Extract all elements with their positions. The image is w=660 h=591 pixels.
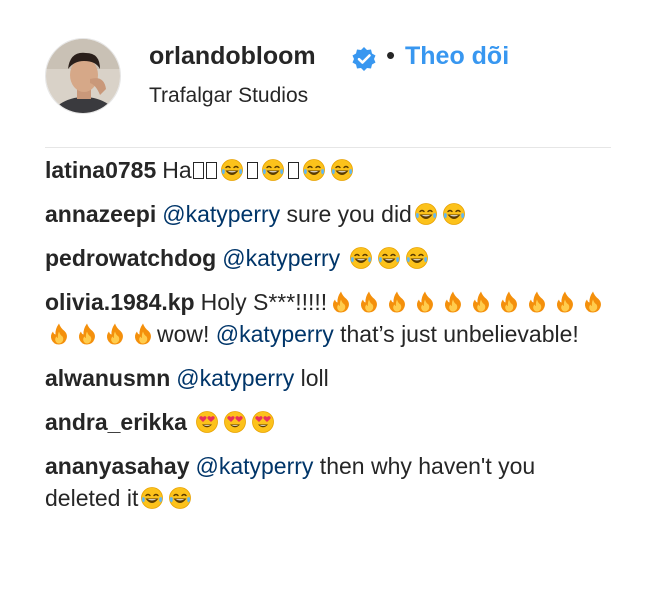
comment-username[interactable]: andra_erikka [45, 409, 187, 435]
post-header: orlandobloom • Theo dõi Trafalgar Studio… [45, 36, 615, 116]
comment-text: that’s just unbelievable! [333, 321, 579, 347]
comment-item: olivia.1984.kp Holy S***!!!!! wow! @katype… [45, 286, 617, 350]
comment-text [340, 245, 346, 271]
verified-badge-icon [351, 46, 377, 72]
missing-glyph-icon [246, 162, 258, 179]
comment-text: Holy S***!!!!! [200, 289, 328, 315]
follow-button[interactable]: Theo dõi [405, 42, 509, 71]
laughing-tears-icon [377, 246, 401, 270]
laughing-tears-icon [220, 158, 244, 182]
mention-link[interactable]: @katyperry [162, 201, 280, 227]
laughing-tears-icon [414, 202, 438, 226]
fire-icon [581, 290, 605, 314]
avatar[interactable] [45, 38, 121, 114]
missing-glyph-icon [205, 162, 217, 179]
laughing-tears-icon [261, 158, 285, 182]
fire-icon [441, 290, 465, 314]
fire-icon [131, 322, 155, 346]
comment-text: loll [294, 365, 329, 391]
comment-text: wow! [157, 321, 216, 347]
laughing-tears-icon [302, 158, 326, 182]
comment-item: alwanusmn @katyperry loll [45, 362, 617, 394]
comment-text: sure you did [280, 201, 412, 227]
laughing-tears-icon [442, 202, 466, 226]
comment-item: ananyasahay @katyperry then why haven't y… [45, 450, 617, 514]
comment-username[interactable]: latina0785 [45, 157, 156, 183]
mention-link[interactable]: @katyperry [222, 245, 340, 271]
header-divider [45, 147, 611, 148]
comment-item: pedrowatchdog @katyperry [45, 242, 617, 274]
fire-icon [103, 322, 127, 346]
mention-link[interactable]: @katyperry [195, 453, 313, 479]
username[interactable]: orlandobloom [149, 42, 316, 71]
missing-glyph-icon [287, 162, 299, 179]
fire-icon [413, 290, 437, 314]
heart-eyes-icon [251, 410, 275, 434]
comment-username[interactable]: pedrowatchdog [45, 245, 216, 271]
mention-link[interactable]: @katyperry [176, 365, 294, 391]
separator-dot: • [386, 40, 396, 70]
fire-icon [47, 322, 71, 346]
comment-username[interactable]: alwanusmn [45, 365, 170, 391]
comment-item: annazeepi @katyperry sure you did [45, 198, 617, 230]
location-link[interactable]: Trafalgar Studios [149, 84, 308, 108]
fire-icon [497, 290, 521, 314]
comment-text: Ha [162, 157, 192, 183]
heart-eyes-icon [195, 410, 219, 434]
fire-icon [357, 290, 381, 314]
fire-icon [75, 322, 99, 346]
fire-icon [329, 290, 353, 314]
laughing-tears-icon [140, 486, 164, 510]
comment-item: latina0785 Ha [45, 154, 617, 186]
missing-glyph-icon [192, 162, 204, 179]
fire-icon [469, 290, 493, 314]
comment-username[interactable]: ananyasahay [45, 453, 189, 479]
comment-username[interactable]: annazeepi [45, 201, 156, 227]
laughing-tears-icon [168, 486, 192, 510]
fire-icon [553, 290, 577, 314]
comment-username[interactable]: olivia.1984.kp [45, 289, 195, 315]
comment-list: latina0785 Ha annazeepi @katyperry sure you… [45, 154, 617, 526]
laughing-tears-icon [330, 158, 354, 182]
mention-link[interactable]: @katyperry [216, 321, 334, 347]
laughing-tears-icon [349, 246, 373, 270]
fire-icon [385, 290, 409, 314]
fire-icon [525, 290, 549, 314]
laughing-tears-icon [405, 246, 429, 270]
comment-item: andra_erikka [45, 406, 617, 438]
heart-eyes-icon [223, 410, 247, 434]
